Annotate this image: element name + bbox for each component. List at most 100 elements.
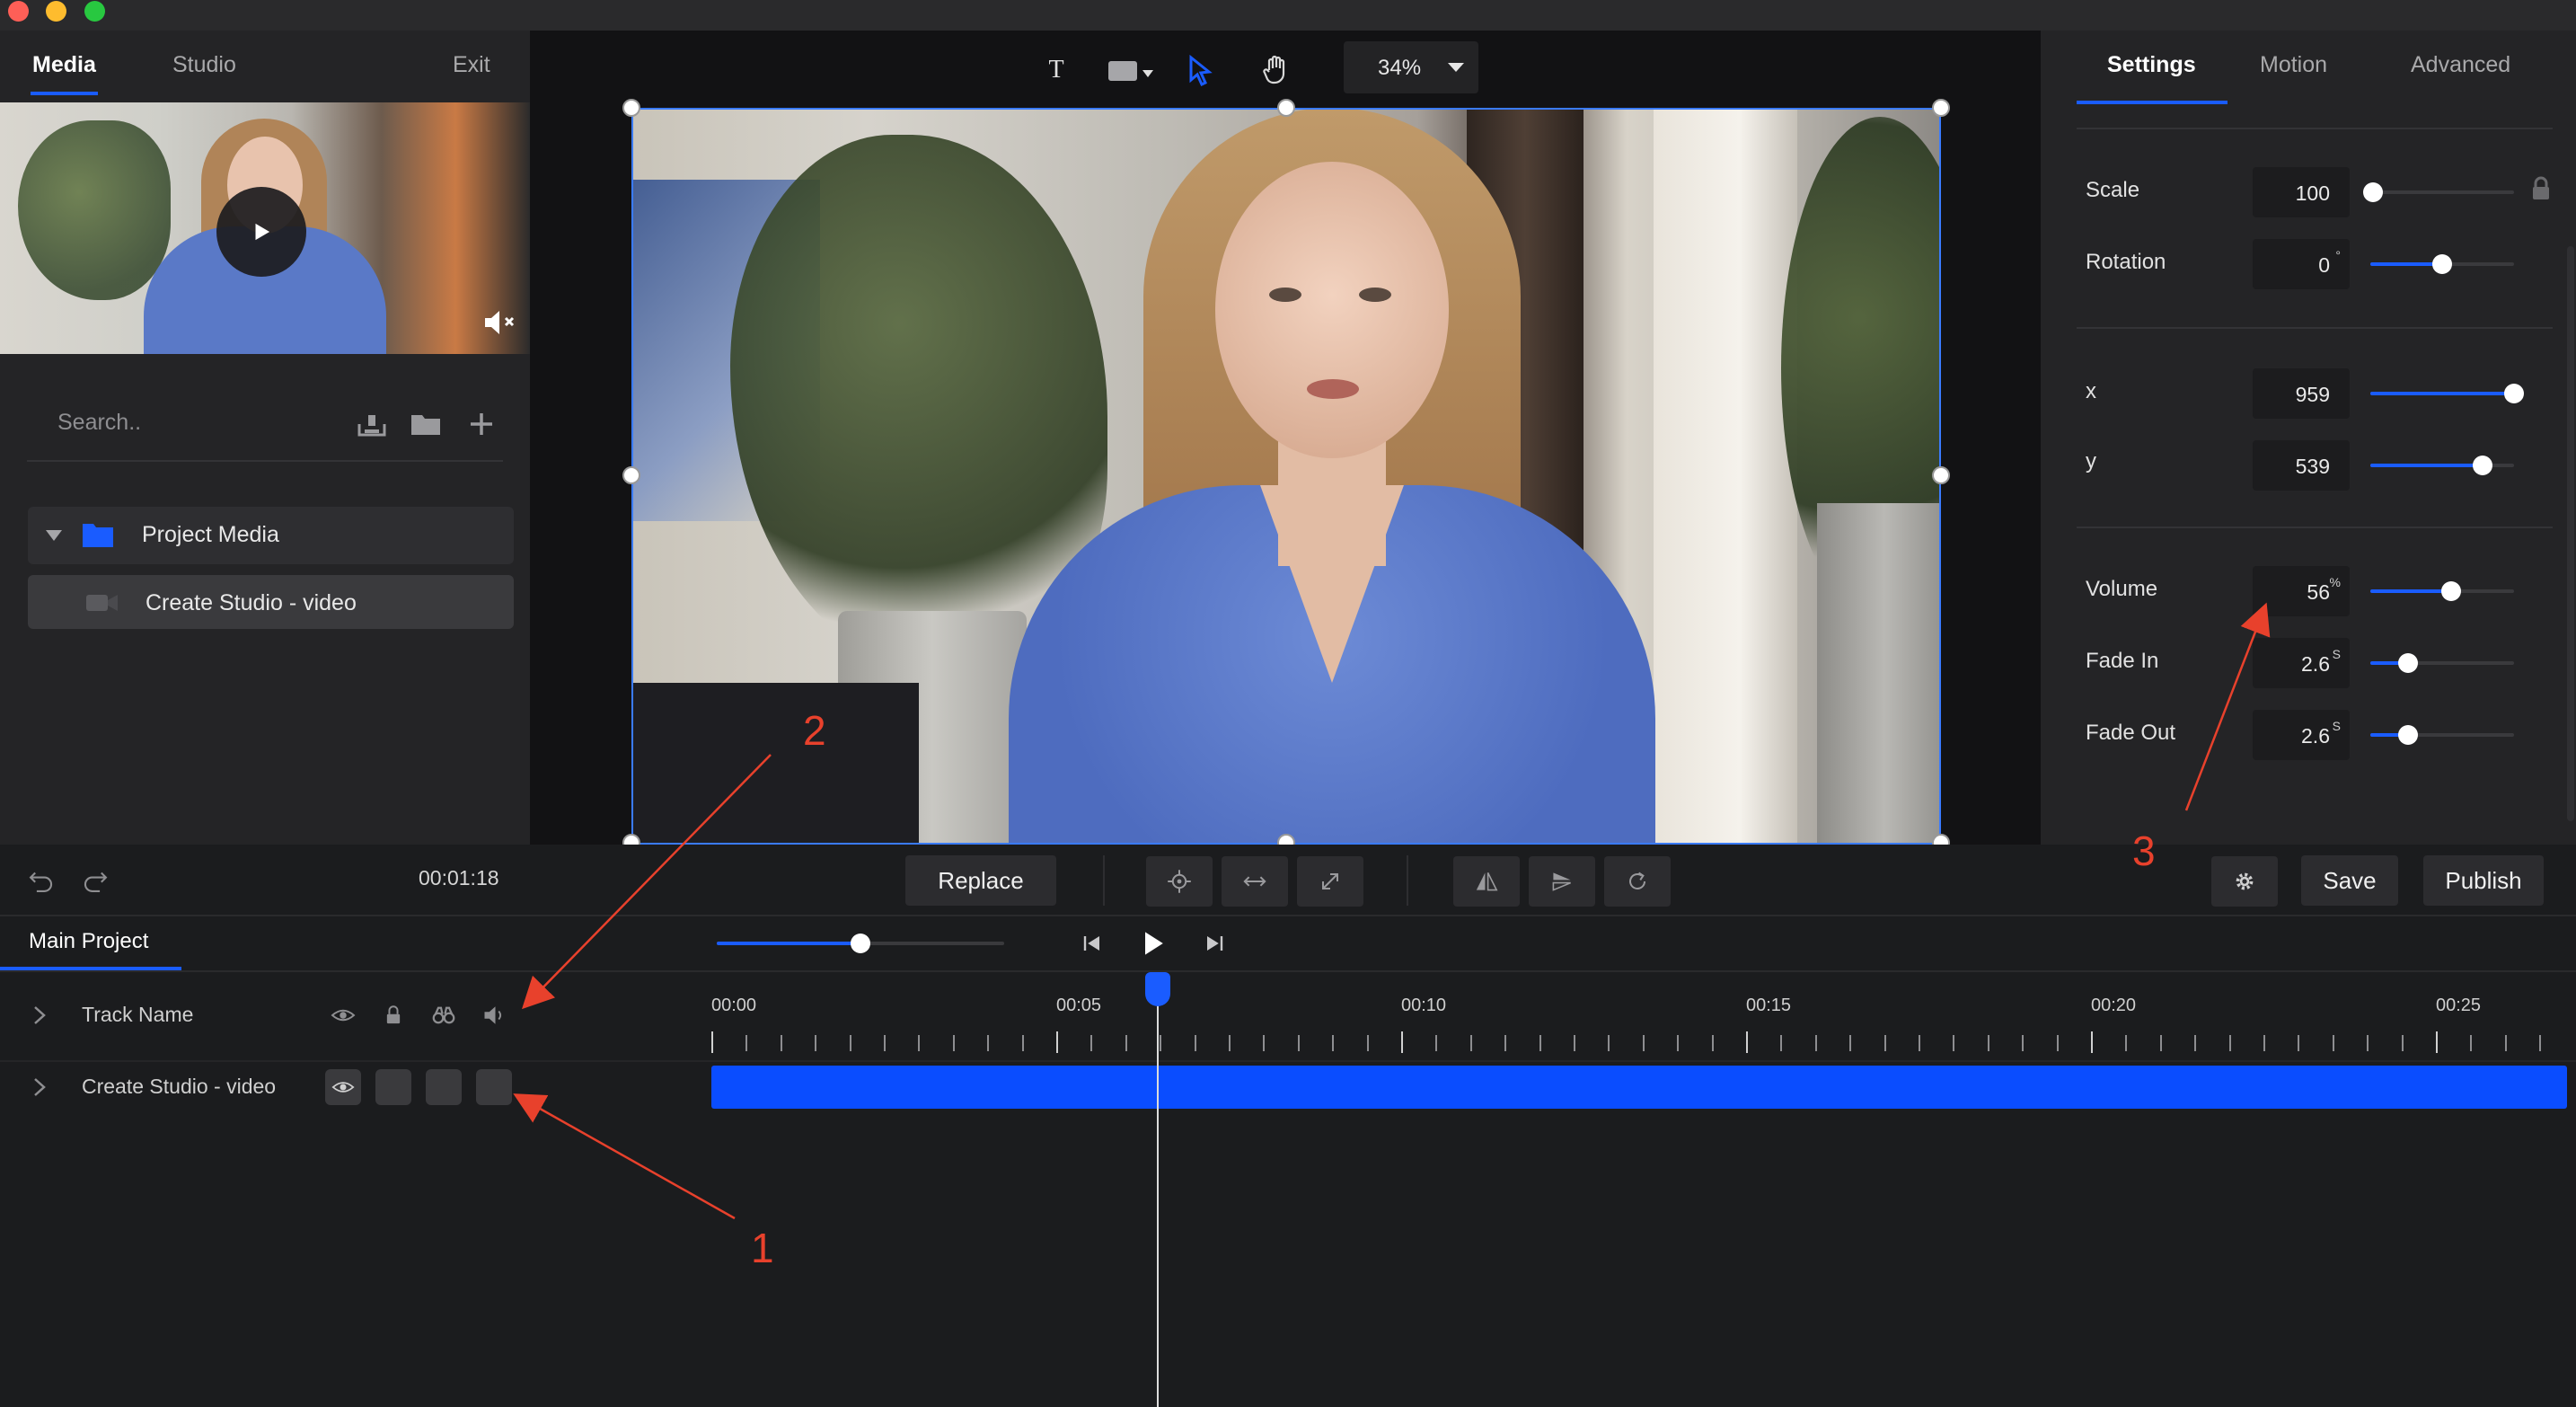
y-slider[interactable] — [2370, 456, 2514, 475]
flip-vertical-button[interactable] — [1529, 856, 1595, 907]
solo-toggle[interactable] — [426, 1069, 462, 1105]
maximize-window-button[interactable] — [84, 1, 105, 22]
scale-label: Scale — [2086, 178, 2140, 202]
resize-handle-top-right[interactable] — [1932, 99, 1950, 117]
scale-slider[interactable] — [2363, 182, 2514, 202]
rotation-slider-knob[interactable] — [2432, 254, 2452, 274]
lock-icon[interactable] — [2531, 176, 2551, 201]
y-slider-knob[interactable] — [2472, 456, 2492, 475]
scale-input[interactable]: 100 — [2253, 167, 2350, 217]
ruler-label: 00:25 — [2436, 996, 2482, 1015]
tab-main-project[interactable]: Main Project — [29, 929, 148, 954]
tab-studio[interactable]: Studio — [172, 52, 236, 78]
ruler-tick — [1574, 1035, 1575, 1051]
fade-out-label: Fade Out — [2086, 721, 2176, 745]
play-icon[interactable] — [1135, 925, 1171, 961]
binoculars-icon[interactable] — [426, 997, 462, 1033]
publish-button[interactable]: Publish — [2423, 855, 2544, 906]
fade-out-slider-knob[interactable] — [2397, 725, 2418, 745]
redo-icon[interactable] — [77, 863, 113, 898]
media-preview-thumbnail[interactable] — [0, 102, 530, 354]
plus-icon[interactable] — [465, 410, 498, 438]
shape-tool-icon[interactable] — [1098, 52, 1160, 88]
minimize-window-button[interactable] — [46, 1, 66, 22]
lock-toggle[interactable] — [375, 1069, 411, 1105]
track-name: Track Name — [82, 1003, 194, 1026]
video-frame[interactable] — [631, 108, 1941, 845]
scale-slider-knob[interactable] — [2363, 182, 2384, 202]
project-timecode: 00:01:18 — [419, 866, 499, 889]
ruler-tick — [745, 1035, 748, 1051]
eye-icon[interactable] — [325, 997, 361, 1033]
tab-motion[interactable]: Motion — [2260, 52, 2327, 78]
lock-icon[interactable] — [375, 997, 411, 1033]
fit-width-button[interactable] — [1222, 856, 1288, 907]
scale-value: 100 — [2295, 181, 2330, 205]
video-clip[interactable] — [711, 1066, 2567, 1109]
zoom-value: 34% — [1378, 56, 1422, 80]
upload-icon[interactable] — [356, 410, 388, 438]
fade-in-slider[interactable] — [2370, 653, 2514, 673]
hand-tool-icon[interactable] — [1257, 52, 1297, 88]
speaker-icon[interactable] — [476, 997, 512, 1033]
rotation-slider[interactable] — [2370, 254, 2514, 274]
fade-in-slider-knob[interactable] — [2397, 653, 2418, 673]
volume-slider-knob[interactable] — [2440, 581, 2461, 601]
chevron-right-icon[interactable] — [32, 1004, 47, 1026]
properties-scrollbar[interactable] — [2567, 246, 2574, 821]
x-input[interactable]: 959 — [2253, 368, 2350, 419]
ruler-tick — [2436, 1031, 2438, 1053]
save-button[interactable]: Save — [2301, 855, 2398, 906]
project-media-folder[interactable]: Project Media — [28, 507, 514, 564]
y-input[interactable]: 539 — [2253, 440, 2350, 491]
skip-forward-icon[interactable] — [1196, 925, 1232, 961]
undo-icon[interactable] — [23, 863, 59, 898]
x-slider-knob[interactable] — [2504, 384, 2524, 403]
caret-down-icon[interactable] — [44, 528, 64, 543]
replace-button[interactable]: Replace — [905, 855, 1056, 906]
chevron-right-icon[interactable] — [32, 1076, 47, 1098]
fade-in-input[interactable]: 2.6 S — [2253, 638, 2350, 688]
folder-icon[interactable] — [410, 410, 442, 438]
rotation-input[interactable]: 0 ° — [2253, 239, 2350, 289]
x-slider[interactable] — [2370, 384, 2524, 403]
preview-play-button[interactable] — [216, 187, 306, 277]
fade-out-slider[interactable] — [2370, 725, 2514, 745]
ruler-tick — [1469, 1035, 1472, 1051]
resize-handle-top-left[interactable] — [622, 99, 640, 117]
crosshair-icon — [1168, 870, 1191, 893]
playhead-handle[interactable] — [1145, 972, 1170, 1006]
eye-icon[interactable] — [325, 1069, 361, 1105]
media-item[interactable]: Create Studio - video — [28, 575, 514, 629]
tab-media[interactable]: Media — [31, 52, 98, 95]
skip-back-icon[interactable] — [1074, 925, 1110, 961]
select-tool-icon[interactable] — [1180, 52, 1220, 88]
ruler-tick — [1229, 1035, 1231, 1051]
x-value: 959 — [2295, 383, 2330, 406]
center-target-button[interactable] — [1146, 856, 1213, 907]
volume-slider[interactable] — [2370, 581, 2514, 601]
fill-frame-button[interactable] — [1297, 856, 1363, 907]
rotation-label: Rotation — [2086, 250, 2166, 274]
close-window-button[interactable] — [8, 1, 29, 22]
volume-input[interactable]: 56 % — [2253, 566, 2350, 616]
zoom-select[interactable]: 34% — [1344, 41, 1478, 93]
media-search-row — [27, 390, 503, 462]
exit-button[interactable]: Exit — [453, 52, 490, 78]
media-search-input[interactable] — [27, 403, 314, 442]
tab-advanced[interactable]: Advanced — [2411, 52, 2510, 78]
flip-horizontal-button[interactable] — [1453, 856, 1520, 907]
resize-handle-right[interactable] — [1932, 466, 1950, 484]
ruler-tick — [1297, 1035, 1300, 1051]
resize-handle-left[interactable] — [622, 466, 640, 484]
rotate-button[interactable] — [1604, 856, 1671, 907]
muted-speaker-icon[interactable] — [481, 307, 519, 338]
fade-out-input[interactable]: 2.6 S — [2253, 710, 2350, 760]
audio-toggle[interactable] — [476, 1069, 512, 1105]
tab-settings[interactable]: Settings — [2107, 52, 2196, 78]
timeline-zoom-knob[interactable] — [851, 934, 870, 953]
resize-handle-top[interactable] — [1277, 99, 1295, 117]
settings-button[interactable] — [2211, 856, 2278, 907]
timeline-zoom-slider[interactable] — [717, 934, 1004, 953]
text-tool-icon[interactable]: T — [1037, 52, 1076, 88]
